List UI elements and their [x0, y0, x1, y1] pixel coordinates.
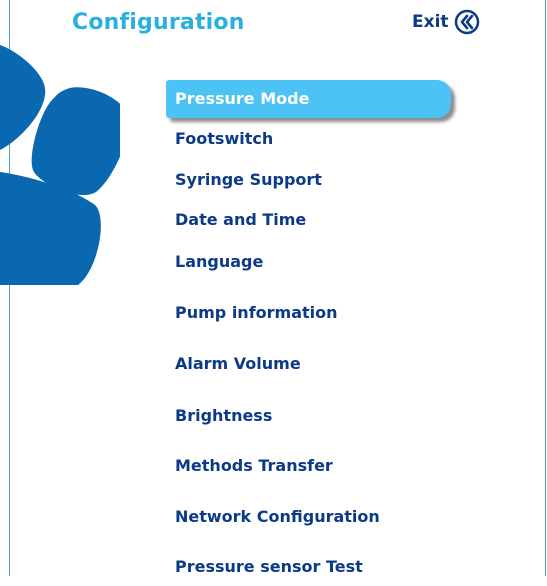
menu-item-syringe-support[interactable]: Syringe Support [166, 161, 322, 199]
menu-item-pump-information[interactable]: Pump information [166, 294, 338, 332]
page-title: Configuration [72, 10, 245, 35]
exit-label: Exit [412, 12, 449, 32]
menu-item-brightness[interactable]: Brightness [166, 397, 272, 435]
menu-item-date-and-time[interactable]: Date and Time [166, 201, 306, 239]
menu-item-footswitch[interactable]: Footswitch [166, 120, 273, 158]
menu-item-network-configuration[interactable]: Network Configuration [166, 498, 380, 536]
exit-button[interactable]: Exit [412, 9, 480, 35]
menu-item-methods-transfer[interactable]: Methods Transfer [166, 447, 333, 485]
decorative-petals [0, 45, 120, 285]
middle-petal-shape [31, 87, 120, 196]
menu-item-language[interactable]: Language [166, 243, 263, 281]
double-chevron-left-icon [454, 9, 479, 35]
menu-item-alarm-volume[interactable]: Alarm Volume [166, 345, 301, 383]
menu-item-pressure-sensor-test[interactable]: Pressure sensor Test [166, 548, 363, 586]
menu-item-pressure-mode[interactable]: Pressure Mode [166, 80, 451, 118]
